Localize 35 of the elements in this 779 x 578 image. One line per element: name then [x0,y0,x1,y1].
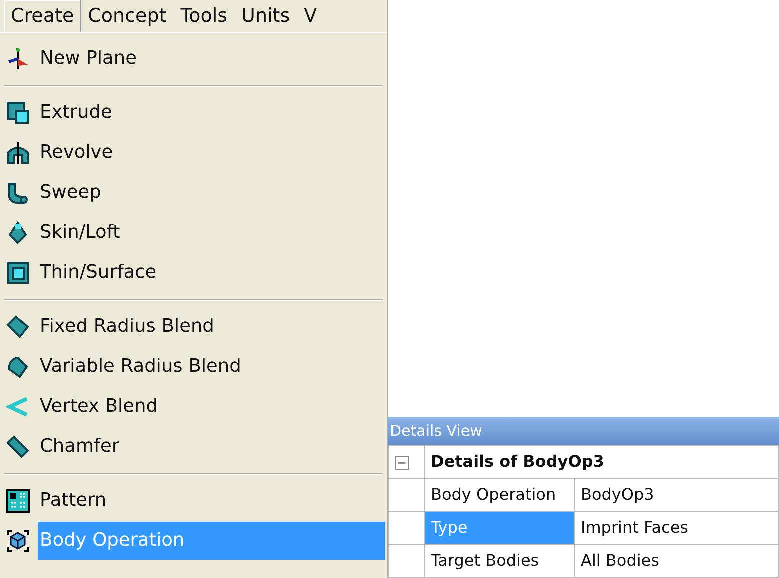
menu-item[interactable]: Fixed Radius Blend [38,308,385,346]
group-header[interactable]: Details of BodyOp3 [424,446,778,478]
chamfer-icon [6,435,30,459]
menu-item[interactable]: Sweep [38,174,385,212]
menu-item[interactable]: Thin/Surface [38,254,385,292]
menu-item[interactable]: Variable Radius Blend [38,348,385,386]
menu-item[interactable]: Skin/Loft [38,214,385,252]
shell-icon [6,261,30,285]
property-value: Imprint Faces [574,512,778,544]
menu-item[interactable]: Pattern [38,482,385,520]
menu-item[interactable]: Extrude [38,94,385,132]
menu-bar-item[interactable]: V [297,0,324,32]
menu-item[interactable]: Revolve [38,134,385,172]
vertex-icon [6,395,30,419]
sweep-icon [6,181,30,205]
property-value: All Bodies [574,544,778,578]
menu-bar-item[interactable]: Tools [174,0,235,32]
extrude-icon [6,101,30,125]
loft-icon [6,221,30,245]
pattern-icon [6,489,30,513]
property-name[interactable]: Target Bodies [424,544,574,578]
blend-icon [6,355,30,379]
menu-item[interactable]: New Plane [38,40,385,78]
menu-bar-item[interactable]: Units [234,0,298,32]
blend-icon [6,315,30,339]
collapse-toggle[interactable]: − [395,456,409,470]
cube-icon [6,529,30,553]
axes-icon [6,47,30,71]
property-value: BodyOp3 [574,478,778,512]
menu-item[interactable]: Vertex Blend [38,388,385,426]
menu-bar-item[interactable]: Concept [81,0,174,32]
panel-title: Details View [388,417,779,445]
revolve-icon [6,141,30,165]
menu-bar-item[interactable]: Create [4,0,82,32]
menu-item[interactable]: Chamfer [38,428,385,466]
